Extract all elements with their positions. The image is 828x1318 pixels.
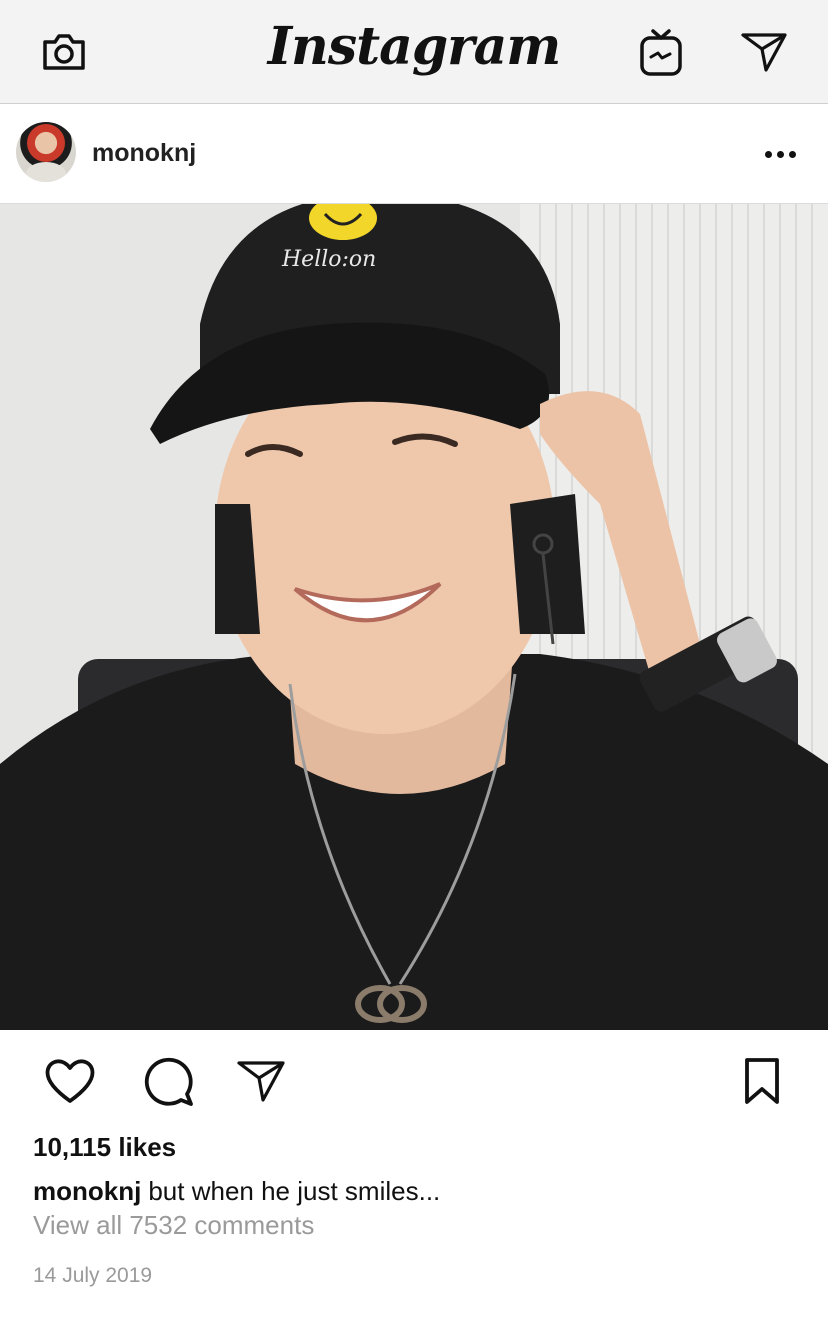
caption-username[interactable]: monoknj	[33, 1176, 141, 1206]
direct-message-button[interactable]	[740, 28, 788, 76]
profile-avatar[interactable]	[16, 122, 76, 182]
more-options-icon	[776, 150, 784, 158]
likes-count[interactable]: 10,115 likes	[33, 1132, 176, 1163]
post-photo-illustration: Hello:on	[0, 204, 828, 1030]
save-button[interactable]	[734, 1053, 790, 1109]
share-button[interactable]	[233, 1053, 289, 1109]
post-photo[interactable]: Hello:on	[0, 204, 828, 1030]
post-caption: monoknj but when he just smiles...	[33, 1176, 440, 1207]
cap-logo-text: Hello:on	[281, 247, 376, 272]
more-options-icon	[764, 150, 772, 158]
view-all-comments-link[interactable]: View all 7532 comments	[33, 1210, 314, 1241]
paper-plane-icon	[237, 1061, 285, 1102]
post-username[interactable]: monoknj	[92, 139, 196, 168]
post-date: 14 July 2019	[33, 1264, 153, 1287]
post-action-bar	[0, 1031, 828, 1131]
bookmark-icon	[745, 1058, 779, 1104]
post-header: monoknj	[0, 104, 828, 204]
igtv-button[interactable]	[637, 28, 685, 76]
paper-plane-icon	[741, 33, 787, 72]
more-options-button[interactable]	[758, 134, 802, 174]
like-button[interactable]	[42, 1053, 98, 1109]
comment-button[interactable]	[140, 1053, 196, 1109]
caption-text: but when he just smiles...	[148, 1176, 441, 1206]
comment-bubble-icon	[144, 1057, 193, 1106]
instagram-logo: Instagram	[267, 16, 562, 77]
heart-icon	[45, 1059, 95, 1103]
top-navigation-bar: Instagram	[0, 0, 828, 104]
more-options-icon	[788, 150, 796, 158]
igtv-icon	[640, 29, 682, 76]
